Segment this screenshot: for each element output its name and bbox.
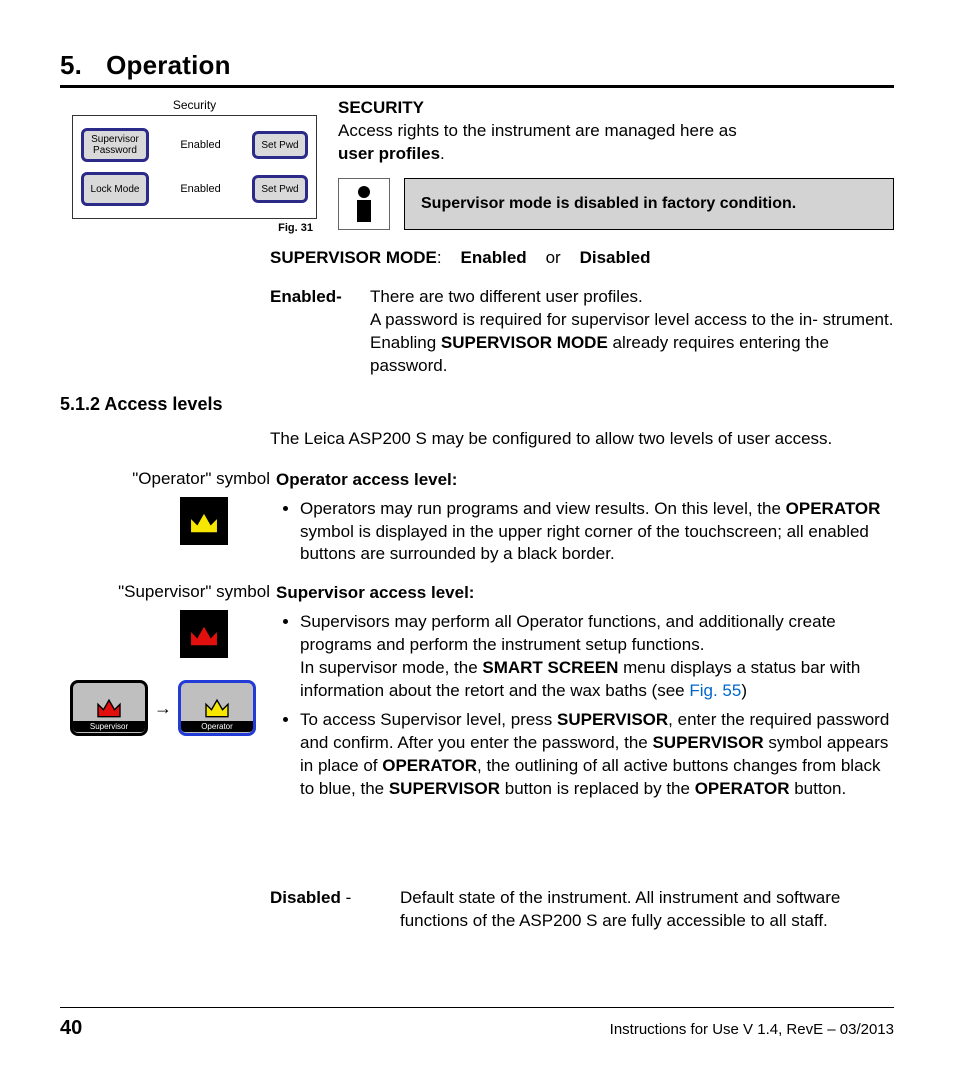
operator-access-heading: Operator access level:: [276, 469, 894, 492]
security-panel: Security Supervisor Password Enabled Set…: [72, 98, 317, 234]
list-item: Operators may run programs and view resu…: [300, 498, 894, 567]
text: symbol is displayed in the upper right c…: [300, 522, 869, 564]
text: In supervisor mode, the: [300, 658, 482, 677]
supervisor-password-button[interactable]: Supervisor Password: [81, 128, 149, 162]
status-text: Enabled: [180, 139, 220, 151]
text: :: [437, 248, 442, 267]
text: button.: [789, 779, 846, 798]
text: ): [741, 681, 747, 700]
page-number: 40: [60, 1017, 82, 1040]
header-rule: [60, 85, 894, 88]
security-panel-box: Supervisor Password Enabled Set Pwd Lock…: [72, 115, 317, 219]
set-pwd-button[interactable]: Set Pwd: [252, 131, 308, 159]
arrow-icon: →: [154, 698, 172, 719]
lock-mode-button[interactable]: Lock Mode: [81, 172, 149, 206]
definition-row: Disabled - Default state of the instrume…: [270, 887, 894, 933]
def-term: Enabled-: [270, 286, 370, 378]
info-icon: [338, 178, 390, 230]
text-bold: OPERATOR: [786, 499, 881, 518]
mode-button-pair: Supervisor → Operator: [70, 680, 270, 736]
operator-bullets: Operators may run programs and view resu…: [276, 498, 894, 567]
text-bold: SUPERVISOR: [557, 710, 668, 729]
figure-link[interactable]: Fig. 55: [689, 681, 741, 700]
text: There are two different user profiles.: [370, 287, 643, 306]
status-text: Enabled: [180, 183, 220, 195]
text-bold: SUPERVISOR MODE: [441, 333, 608, 352]
operator-icon: [180, 497, 228, 545]
access-intro: The Leica ASP200 S may be configured to …: [270, 429, 894, 449]
text: Operators may run programs and view resu…: [300, 499, 786, 518]
text-bold: SUPERVISOR: [389, 779, 500, 798]
text-bold: OPERATOR: [382, 756, 477, 775]
def-body: Default state of the instrument. All ins…: [400, 887, 894, 933]
list-item: To access Supervisor level, press SUPERV…: [300, 709, 894, 801]
text: To access Supervisor level, press: [300, 710, 557, 729]
mode-button-label: Operator: [181, 721, 253, 732]
security-row: Lock Mode Enabled Set Pwd: [81, 172, 308, 206]
def-term: Disabled -: [270, 887, 400, 933]
text-bold: SMART SCREEN: [482, 658, 618, 677]
supervisor-symbol-label: "Supervisor" symbol: [60, 582, 270, 602]
security-intro: Access rights to the instrument are mana…: [338, 120, 894, 166]
set-pwd-button[interactable]: Set Pwd: [252, 175, 308, 203]
supervisor-mode-button[interactable]: Supervisor: [70, 680, 148, 736]
text-bold: SUPERVISOR MODE: [270, 248, 437, 267]
access-levels-heading: 5.1.2 Access levels: [60, 394, 894, 415]
text-bold: Enabled: [461, 248, 527, 267]
chapter-title: Operation: [106, 50, 231, 80]
operator-symbol-label: "Operator" symbol: [60, 469, 270, 489]
supervisor-icon: [180, 610, 228, 658]
footer: 40 Instructions for Use V 1.4, RevE – 03…: [60, 1017, 894, 1040]
security-heading: SECURITY: [338, 98, 894, 118]
security-panel-title: Security: [72, 98, 317, 112]
security-row: Supervisor Password Enabled Set Pwd: [81, 128, 308, 162]
supervisor-bullets: Supervisors may perform all Operator fun…: [276, 611, 894, 801]
mode-button-label: Supervisor: [73, 721, 145, 732]
text-bold: user profiles: [338, 144, 440, 163]
text: Access rights to the instrument are mana…: [338, 121, 737, 140]
note-box: Supervisor mode is disabled in factory c…: [404, 178, 894, 230]
text: or: [546, 248, 561, 267]
figure-caption: Fig. 31: [72, 222, 317, 234]
text: Supervisors may perform all Operator fun…: [300, 612, 836, 654]
supervisor-access-heading: Supervisor access level:: [276, 582, 894, 605]
list-item: Supervisors may perform all Operator fun…: [300, 611, 894, 703]
definition-row: Enabled- There are two different user pr…: [270, 286, 894, 378]
text: .: [440, 144, 445, 163]
text-bold: SUPERVISOR: [652, 733, 763, 752]
text-bold: OPERATOR: [695, 779, 790, 798]
note-text: Supervisor mode is disabled in factory c…: [421, 195, 796, 213]
operator-mode-button[interactable]: Operator: [178, 680, 256, 736]
footer-text: Instructions for Use V 1.4, RevE – 03/20…: [610, 1021, 894, 1038]
footer-rule: [60, 1007, 894, 1008]
text-bold: Disabled: [580, 248, 651, 267]
chapter-header: 5. Operation: [60, 50, 894, 81]
mode-line: SUPERVISOR MODE: Enabled or Disabled: [270, 248, 894, 268]
text: button is replaced by the: [500, 779, 695, 798]
def-body: There are two different user profiles. A…: [370, 286, 894, 378]
chapter-number: 5.: [60, 50, 82, 80]
